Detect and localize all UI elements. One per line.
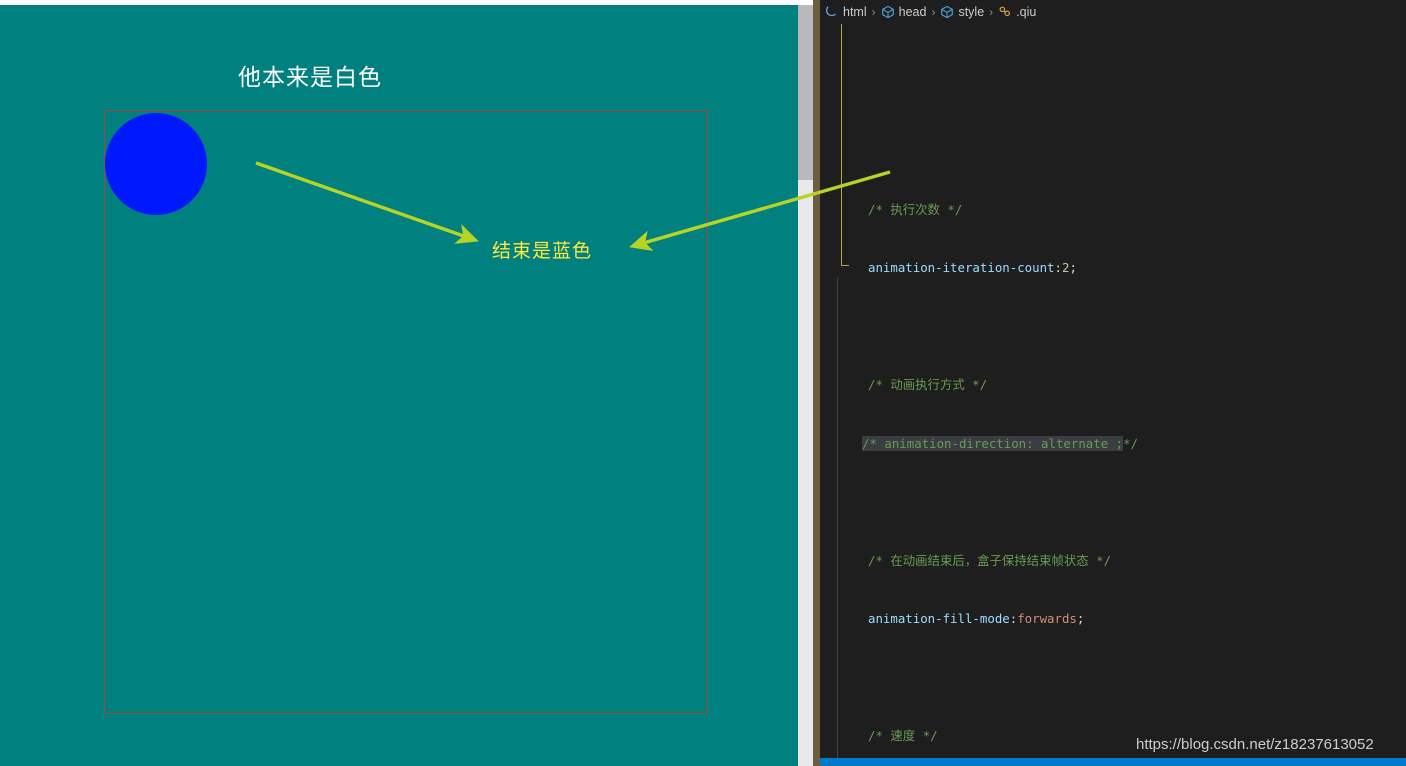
breadcrumb-label-html: html <box>843 5 867 19</box>
cube-icon <box>881 5 895 19</box>
code-token-semicolon: ; <box>1076 611 1085 626</box>
code-token-comment: /* 在动画结束后，盒子保持结束帧状态 */ <box>868 552 1112 568</box>
breadcrumb-item-head[interactable]: head <box>881 5 927 19</box>
breadcrumb-label-qiu: .qiu <box>1016 5 1037 19</box>
code-token-property: animation-fill-mode <box>868 611 1010 626</box>
browser-scrollbar-thumb[interactable] <box>798 5 813 180</box>
code-token-comment: /* 执行次数 */ <box>868 201 963 217</box>
breadcrumb-label-head: head <box>898 5 927 19</box>
html-file-icon <box>825 5 839 19</box>
pane-divider[interactable] <box>813 0 820 766</box>
breadcrumb-separator: › <box>871 5 876 19</box>
code-token-comment: /* 速度 */ <box>868 728 938 743</box>
browser-viewport: 他本来是白色 <box>0 0 813 766</box>
watermark: https://blog.csdn.net/z18237613052 <box>1136 736 1374 753</box>
code-line[interactable] <box>820 141 1406 161</box>
cube-icon <box>940 5 954 19</box>
code-line[interactable]: animation-iteration-count:2; <box>820 258 1406 278</box>
page-background: 他本来是白色 <box>0 5 813 766</box>
code-content[interactable]: /* 执行次数 */ animation-iteration-count:2; … <box>820 24 1406 766</box>
breadcrumb-item-qiu[interactable]: .qiu <box>998 5 1036 19</box>
css-selector-icon <box>998 5 1012 19</box>
animation-container-box <box>104 110 708 714</box>
code-token-colon: : <box>1054 260 1062 275</box>
code-token-commented-rule: /* animation-direction: alternate ; <box>862 435 1124 451</box>
code-token-property: animation-iteration-count <box>868 260 1055 275</box>
breadcrumb[interactable]: html › head › style › .qiu <box>820 0 1406 24</box>
indent-guide-keyframes <box>837 277 838 766</box>
code-line[interactable] <box>820 492 1406 512</box>
code-token-semicolon: ; <box>1069 260 1077 275</box>
code-editor-pane: html › head › style › .qiu /* 执行次数 */ an… <box>820 0 1406 766</box>
code-token-comment-end: */ <box>1123 435 1139 451</box>
code-line[interactable]: /* 在动画结束后，盒子保持结束帧状态 */ <box>820 551 1406 571</box>
code-token-comment: /* 动画执行方式 */ <box>868 377 988 392</box>
page-title: 他本来是白色 <box>238 65 382 91</box>
breadcrumb-separator: › <box>989 5 994 19</box>
status-bar <box>820 758 1406 766</box>
breadcrumb-item-style[interactable]: style <box>940 5 984 19</box>
code-line[interactable]: /* 执行次数 */ <box>820 200 1406 220</box>
code-line[interactable] <box>820 668 1406 688</box>
code-token-value: forwards <box>1017 611 1077 626</box>
code-line-selected[interactable]: /* animation-direction: alternate ;*/ <box>820 434 1406 454</box>
breadcrumb-label-style: style <box>958 5 985 19</box>
breadcrumb-item-html[interactable]: html <box>825 5 867 19</box>
code-line[interactable] <box>820 317 1406 337</box>
annotation-label: 结束是蓝色 <box>492 240 593 262</box>
animated-ball <box>105 113 207 215</box>
code-line[interactable]: /* 动画执行方式 */ <box>820 375 1406 395</box>
code-line[interactable]: animation-fill-mode:forwards; <box>820 609 1406 629</box>
breadcrumb-separator: › <box>931 5 936 19</box>
